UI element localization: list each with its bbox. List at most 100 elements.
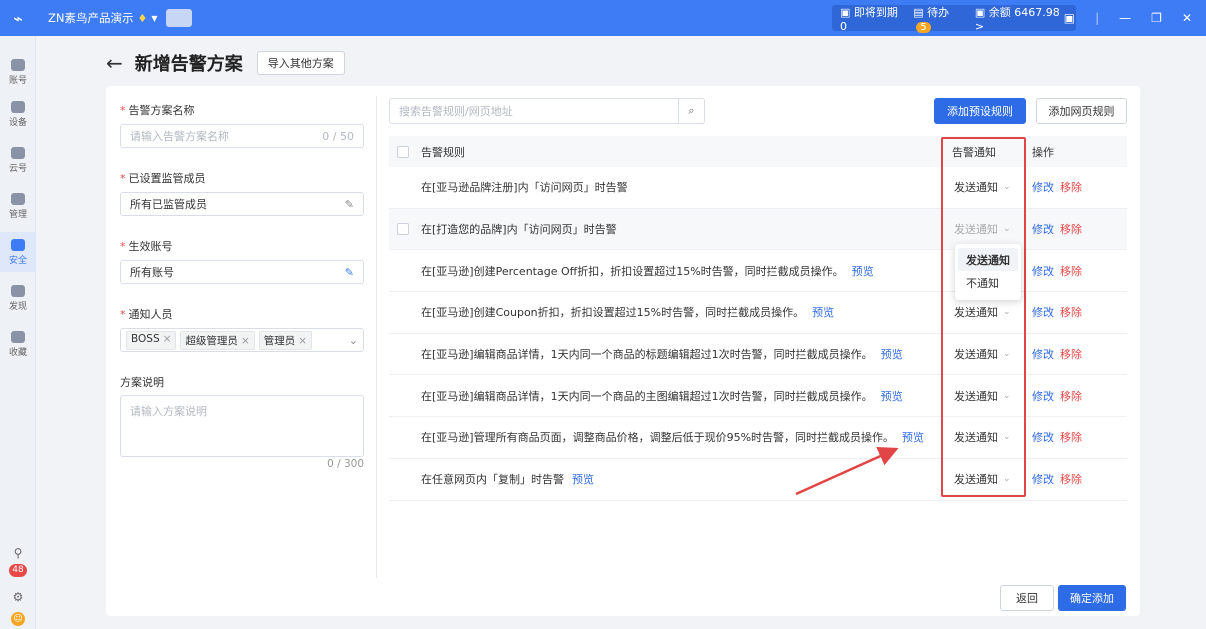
preview-link[interactable]: 预览 (572, 473, 594, 486)
accounts-label: * 生效账号 (120, 240, 173, 253)
select-all-checkbox[interactable] (397, 145, 409, 158)
separator: | (1095, 11, 1100, 25)
sidebar-item-devices[interactable]: 设备 (0, 94, 36, 134)
page-header: ← 新增告警方案 导入其他方案 (106, 50, 345, 76)
desc-textarea[interactable]: 请输入方案说明 (120, 395, 364, 457)
manage-icon (11, 192, 25, 205)
sidebar-item-security[interactable]: 安全 (0, 232, 36, 272)
edit-link[interactable]: 修改 (1032, 388, 1054, 404)
col-rule: 告警规则 (421, 145, 465, 159)
rule-text: 在[亚马逊]编辑商品详情，1天内同一个商品的主图编辑超过1次时告警，同时拦截成员… (421, 389, 903, 403)
avatar[interactable] (165, 9, 192, 27)
remove-link[interactable]: 移除 (1060, 471, 1082, 487)
edit-link[interactable]: 修改 (1032, 429, 1054, 445)
sidebar: 账号 设备 云号 管理 安全 发现 收藏 ⚲ 48 ⚙ ☺ (0, 36, 36, 629)
desc-counter: 0 / 300 (327, 458, 364, 470)
edit-link[interactable]: 修改 (1032, 304, 1054, 320)
remove-link[interactable]: 移除 (1060, 263, 1082, 279)
account-icon (11, 58, 25, 71)
restore-icon[interactable]: ❐ (1151, 11, 1162, 25)
minimize-icon[interactable]: — (1119, 11, 1131, 25)
pin-icon[interactable]: ⚲ (0, 546, 36, 560)
tag-boss: BOSS × (126, 330, 177, 350)
support-icon[interactable]: ☺ (0, 612, 36, 626)
sidebar-item-accounts[interactable]: 账号 (0, 52, 36, 92)
notify-people-select[interactable]: BOSS × 超级管理员 × 管理员 × ⌄ (120, 328, 364, 352)
shield-icon (11, 238, 25, 251)
todo-item[interactable]: ▤ 待办5 (913, 4, 967, 33)
dropdown-option-send[interactable]: 发送通知 (958, 248, 1018, 271)
edit-link[interactable]: 修改 (1032, 179, 1054, 195)
remove-link[interactable]: 移除 (1060, 346, 1082, 362)
dropdown-option-none[interactable]: 不通知 (958, 271, 1018, 294)
add-page-rule-button[interactable]: 添加网页规则 (1036, 98, 1127, 124)
confirm-add-button[interactable]: 确定添加 (1058, 585, 1126, 611)
tag-admin: 管理员 × (258, 330, 313, 350)
rule-search-input[interactable]: 搜索告警规则/网页地址 (390, 103, 678, 119)
chevron-down-icon: ▼ (151, 13, 158, 23)
tag-remove-icon[interactable]: × (163, 333, 172, 345)
edit-link[interactable]: 修改 (1032, 221, 1054, 237)
edit-link[interactable]: 修改 (1032, 346, 1054, 362)
rule-search[interactable]: 搜索告警规则/网页地址 ⌕ (389, 98, 705, 124)
col-ops: 操作 (1032, 145, 1054, 159)
rule-text: 在[亚马逊]创建Percentage Off折扣，折扣设置超过15%时告警，同时… (421, 264, 874, 278)
app-logo-icon: ⌁ (13, 8, 23, 28)
members-label: * 已设置监管成员 (120, 172, 206, 185)
annotation-arrow-icon (795, 447, 899, 496)
device-icon (11, 100, 25, 113)
tag-remove-icon[interactable]: × (298, 335, 307, 347)
remove-link[interactable]: 移除 (1060, 221, 1082, 237)
name-counter: 0 / 50 (322, 129, 354, 143)
notify-dropdown-menu: 发送通知 不通知 (955, 244, 1021, 300)
highlight-box (941, 137, 1026, 497)
balance-item[interactable]: ▣ 余额 6467.98 > (975, 4, 1068, 33)
star-icon (11, 330, 25, 343)
edit-link[interactable]: 修改 (1032, 471, 1054, 487)
preview-link[interactable]: 预览 (852, 265, 874, 278)
cloud-icon (11, 146, 25, 159)
back-button[interactable]: 返回 (1000, 585, 1054, 611)
sidebar-item-manage[interactable]: 管理 (0, 186, 36, 226)
edit-link[interactable]: 修改 (1032, 263, 1054, 279)
sidebar-item-cloud[interactable]: 云号 (0, 140, 36, 180)
workspace-name: ZN素鸟产品演示 (48, 11, 134, 25)
settings-icon[interactable]: ⚙ (0, 590, 36, 604)
notification-badge[interactable]: 48 (0, 564, 36, 577)
todo-badge: 5 (916, 21, 931, 33)
close-icon[interactable]: ✕ (1182, 11, 1192, 25)
accounts-field[interactable]: 所有账号 ✎ (120, 260, 364, 284)
plan-name-label: * 告警方案名称 (120, 104, 195, 117)
tag-super-admin: 超级管理员 × (180, 330, 255, 350)
compass-icon (11, 284, 25, 297)
workspace-switcher[interactable]: ZN素鸟产品演示 ♦ ▼ (48, 9, 192, 27)
preview-link[interactable]: 预览 (812, 306, 834, 319)
remove-link[interactable]: 移除 (1060, 429, 1082, 445)
screen-icon[interactable]: ▣ (1064, 11, 1075, 25)
preview-link[interactable]: 预览 (881, 390, 903, 403)
preview-link[interactable]: 预览 (881, 348, 903, 361)
edit-pencil-icon[interactable]: ✎ (345, 198, 354, 211)
remove-link[interactable]: 移除 (1060, 304, 1082, 320)
chevron-down-icon[interactable]: ⌄ (349, 334, 358, 347)
import-plan-button[interactable]: 导入其他方案 (256, 51, 345, 75)
rule-text: 在[打造您的品牌]内「访问网页」时告警 (421, 223, 617, 237)
search-icon[interactable]: ⌕ (678, 99, 704, 123)
sidebar-item-discover[interactable]: 发现 (0, 278, 36, 318)
rule-text: 在[亚马逊]创建Coupon折扣，折扣设置超过15%时告警，同时拦截成员操作。预… (421, 306, 835, 320)
members-field[interactable]: 所有已监管成员 ✎ (120, 192, 364, 216)
remove-link[interactable]: 移除 (1060, 388, 1082, 404)
tag-remove-icon[interactable]: × (241, 335, 250, 347)
rule-text: 在任意网页内「复制」时告警 预览 (421, 473, 594, 487)
remove-link[interactable]: 移除 (1060, 179, 1082, 195)
add-preset-rule-button[interactable]: 添加预设规则 (934, 98, 1026, 124)
back-arrow-icon[interactable]: ← (106, 51, 123, 75)
rule-text: 在[亚马逊品牌注册]内「访问网页」时告警 (421, 181, 628, 195)
sidebar-item-favorites[interactable]: 收藏 (0, 324, 36, 364)
expiring-item[interactable]: ▣ 即将到期 0 (840, 4, 905, 33)
page-title: 新增告警方案 (134, 54, 243, 75)
row-checkbox[interactable] (397, 223, 409, 236)
plan-name-input[interactable]: 请输入告警方案名称 0 / 50 (120, 124, 364, 148)
notify-people-label: * 通知人员 (120, 308, 173, 321)
edit-pencil-icon[interactable]: ✎ (345, 266, 354, 279)
